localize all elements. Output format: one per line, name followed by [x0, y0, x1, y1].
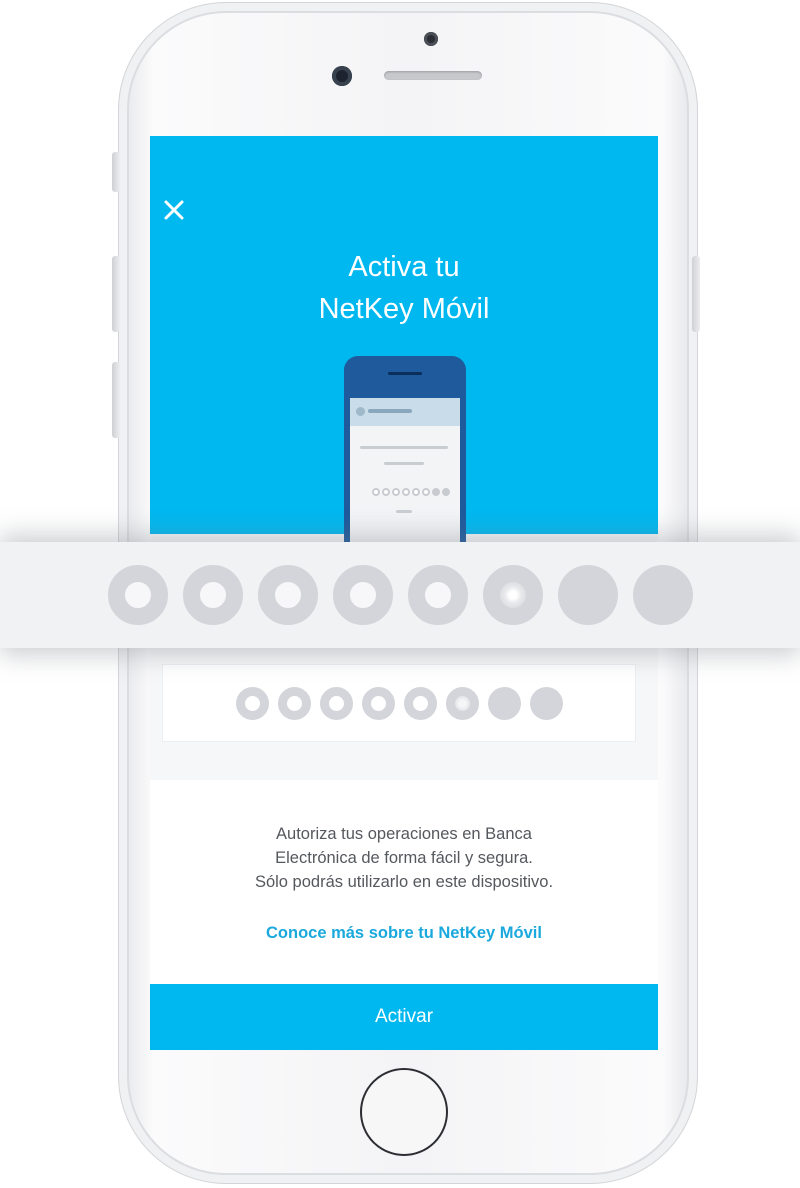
hero-header: Activa tu NetKey Móvil — [150, 136, 658, 556]
page-title-line-2: NetKey Móvil — [318, 293, 490, 325]
activate-button[interactable]: Activar — [150, 984, 658, 1050]
description-line-2: Electrónica de forma fácil y segura. — [275, 849, 533, 867]
close-icon — [164, 200, 184, 220]
pin-dot-filled — [487, 686, 521, 720]
illustration-dot — [412, 488, 420, 496]
magnified-pin-indicator — [0, 542, 800, 648]
pin-dot-filled — [529, 686, 563, 720]
illustration-dots — [372, 488, 450, 496]
illustration-dot — [372, 488, 380, 496]
pin-dot — [319, 686, 353, 720]
proximity-sensor — [424, 32, 438, 46]
phone-illustration — [344, 356, 466, 556]
illustration-dot — [432, 488, 440, 496]
pin-indicator — [162, 664, 636, 742]
illustration-dot — [392, 488, 400, 496]
illustration-screen — [350, 398, 460, 556]
volume-down-button — [112, 362, 120, 438]
power-button — [692, 256, 700, 332]
description-line-3: Sólo podrás utilizarlo en este dispositi… — [254, 873, 554, 891]
pin-dot — [277, 686, 311, 720]
illustration-line — [384, 462, 424, 465]
illustration-header — [350, 398, 460, 426]
front-camera — [332, 66, 352, 86]
magnified-pin-dot — [107, 565, 168, 625]
description-line-1: Autoriza tus operaciones en Banca — [276, 825, 532, 843]
illustration-header-text — [368, 409, 412, 413]
pin-dot — [361, 686, 395, 720]
earpiece-speaker — [384, 71, 482, 80]
learn-more-link[interactable]: Conoce más sobre tu NetKey Móvil — [150, 924, 658, 943]
magnified-pin-dot — [407, 565, 468, 625]
illustration-line — [360, 446, 448, 449]
illustration-dot — [442, 488, 450, 496]
illustration-speaker — [388, 372, 422, 375]
magnified-pin-dot-filled — [632, 565, 693, 625]
close-button[interactable] — [160, 196, 188, 224]
illustration-avatar — [356, 407, 365, 416]
home-button[interactable] — [360, 1068, 448, 1156]
magnified-pin-dot — [257, 565, 318, 625]
page-title: Activa tu NetKey Móvil — [150, 246, 658, 330]
pin-dot — [403, 686, 437, 720]
mute-switch — [112, 152, 120, 192]
illustration-dot — [422, 488, 430, 496]
info-panel: Autoriza tus operaciones en Banca Electr… — [150, 780, 658, 984]
volume-up-button — [112, 256, 120, 332]
description: Autoriza tus operaciones en Banca Electr… — [150, 822, 658, 894]
illustration-dot — [402, 488, 410, 496]
pin-dot-active — [445, 686, 479, 720]
magnified-pin-dot-active — [482, 565, 543, 625]
illustration-line — [396, 510, 412, 513]
page-title-line-1: Activa tu — [348, 251, 460, 283]
magnified-pin-dot — [182, 565, 243, 625]
pin-dot — [235, 686, 269, 720]
magnified-pin-dot-filled — [557, 565, 618, 625]
illustration-dot — [382, 488, 390, 496]
magnified-pin-dot — [332, 565, 393, 625]
